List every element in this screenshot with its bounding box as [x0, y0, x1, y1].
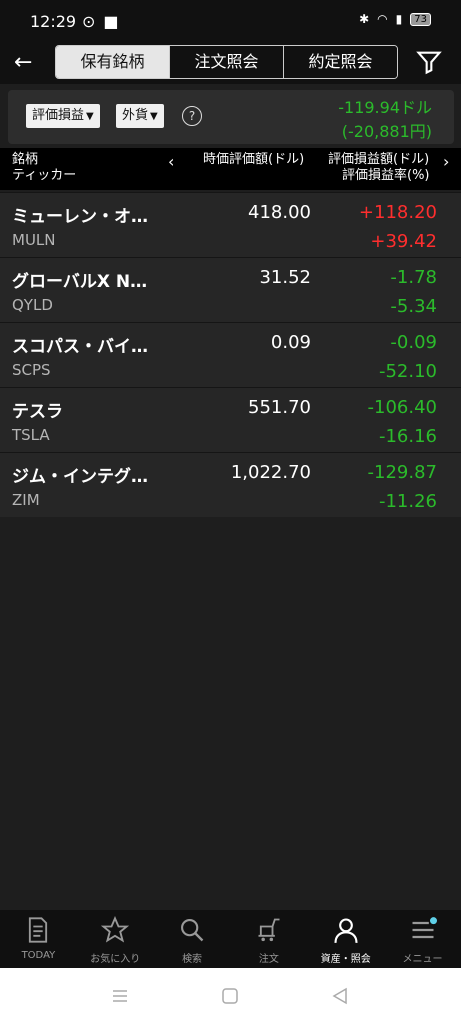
holding-price: 0.09	[270, 332, 311, 353]
system-navigation-bar	[0, 968, 461, 1024]
holding-pl: -1.78	[390, 267, 437, 288]
tab-holdings[interactable]: 保有銘柄	[56, 46, 169, 78]
col-price: 時価評価額(ドル)	[203, 152, 305, 167]
back-arrow-icon[interactable]: ←	[14, 50, 40, 76]
holding-ticker: SCPS	[12, 361, 51, 379]
holding-price: 1,022.70	[230, 462, 311, 483]
holding-pl: -129.87	[367, 462, 437, 483]
holding-pl: -106.40	[367, 397, 437, 418]
holding-pl: -0.09	[390, 332, 437, 353]
help-icon[interactable]: ?	[182, 106, 202, 126]
tab-executions[interactable]: 約定照会	[283, 46, 397, 78]
holding-name: グローバルX N…	[12, 272, 148, 292]
person-icon	[334, 918, 358, 943]
status-time: 12:29	[30, 12, 77, 31]
nav-menu[interactable]: メニュー	[384, 910, 461, 968]
holding-price: 551.70	[248, 397, 311, 418]
holding-ticker: ZIM	[12, 491, 40, 509]
nav-search[interactable]: 検索	[154, 910, 231, 968]
chevron-left-icon[interactable]: ‹	[168, 154, 174, 170]
recent-apps-icon[interactable]	[110, 986, 130, 1006]
top-header: ← 保有銘柄 注文照会 約定照会	[0, 42, 461, 84]
nav-assets[interactable]: 資産・照会	[307, 910, 384, 968]
holding-ticker: TSLA	[12, 426, 50, 444]
holding-ticker: MULN	[12, 231, 56, 249]
dropdown-caret-icon: ▼	[86, 111, 94, 122]
holding-row[interactable]: グローバルX N… QYLD 31.52 -1.78 -5.34	[0, 257, 461, 322]
total-usd: -119.94ドル	[338, 98, 432, 117]
currency-select[interactable]: 外貨 ▼	[116, 104, 164, 128]
dropdown-caret-icon: ▼	[150, 111, 158, 122]
tab-orders[interactable]: 注文照会	[169, 46, 283, 78]
filter-icon[interactable]	[415, 48, 443, 76]
nav-today[interactable]: TODAY	[0, 910, 77, 968]
chevron-right-icon[interactable]: ›	[443, 154, 449, 170]
holding-price: 31.52	[259, 267, 311, 288]
total-jpy: (-20,881円)	[341, 122, 432, 141]
holding-rate: -11.26	[378, 491, 437, 512]
col-pl: 評価損益額(ドル)	[328, 152, 430, 167]
holding-row[interactable]: ジム・インテグ… ZIM 1,022.70 -129.87 -11.26	[0, 452, 461, 517]
back-icon[interactable]	[330, 986, 350, 1006]
holding-rate: +39.42	[370, 231, 437, 252]
bottom-navigation: TODAY お気に入り 検索 注文 資産・照会 メニュー	[0, 910, 461, 968]
holding-name: テスラ	[12, 402, 63, 422]
signal-icon: ▮	[395, 12, 403, 26]
battery-icon: 73	[410, 12, 431, 26]
holding-name: ミューレン・オ…	[12, 207, 148, 227]
holding-name: スコパス・バイ…	[12, 337, 148, 357]
holding-rate: -16.16	[378, 426, 437, 447]
nav-favorites[interactable]: お気に入り	[77, 910, 154, 968]
column-header: 銘柄 ティッカー ‹ 時価評価額(ドル) 評価損益額(ドル) 評価損益率(%) …	[0, 148, 461, 190]
col-name: 銘柄	[12, 152, 39, 167]
holding-ticker: QYLD	[12, 296, 53, 314]
holding-pl: +118.20	[358, 202, 437, 223]
star-icon	[100, 915, 130, 943]
evaluation-select[interactable]: 評価損益 ▼	[26, 104, 100, 128]
home-icon[interactable]	[220, 986, 240, 1006]
col-ticker: ティッカー	[12, 168, 77, 183]
menu-icon	[412, 917, 437, 939]
cart-icon	[258, 918, 280, 942]
col-rate: 評価損益率(%)	[342, 168, 430, 183]
nav-order[interactable]: 注文	[230, 910, 307, 968]
holding-row[interactable]: ミューレン・オ… MULN 418.00 +118.20 +39.42	[0, 192, 461, 257]
wifi-icon: ◠	[377, 12, 388, 26]
holding-row[interactable]: スコパス・バイ… SCPS 0.09 -0.09 -52.10	[0, 322, 461, 387]
holding-rate: -5.34	[390, 296, 437, 317]
holding-name: ジム・インテグ…	[12, 467, 148, 487]
tab-bar: 保有銘柄 注文照会 約定照会	[55, 45, 398, 79]
video-icon: ■	[103, 12, 119, 31]
document-icon	[29, 917, 48, 943]
status-bar: 12:29 ⊙ ■ ✱ ◠ ▮ 73	[0, 0, 461, 42]
holding-row[interactable]: テスラ TSLA 551.70 -106.40 -16.16	[0, 387, 461, 452]
record-icon: ⊙	[82, 12, 96, 31]
search-icon	[181, 919, 204, 942]
bluetooth-icon: ✱	[359, 12, 370, 26]
holding-rate: -52.10	[378, 361, 437, 382]
holding-price: 418.00	[248, 202, 311, 223]
summary-panel: 評価損益 ▼ 外貨 ▼ ? -119.94ドル (-20,881円)	[8, 90, 454, 144]
